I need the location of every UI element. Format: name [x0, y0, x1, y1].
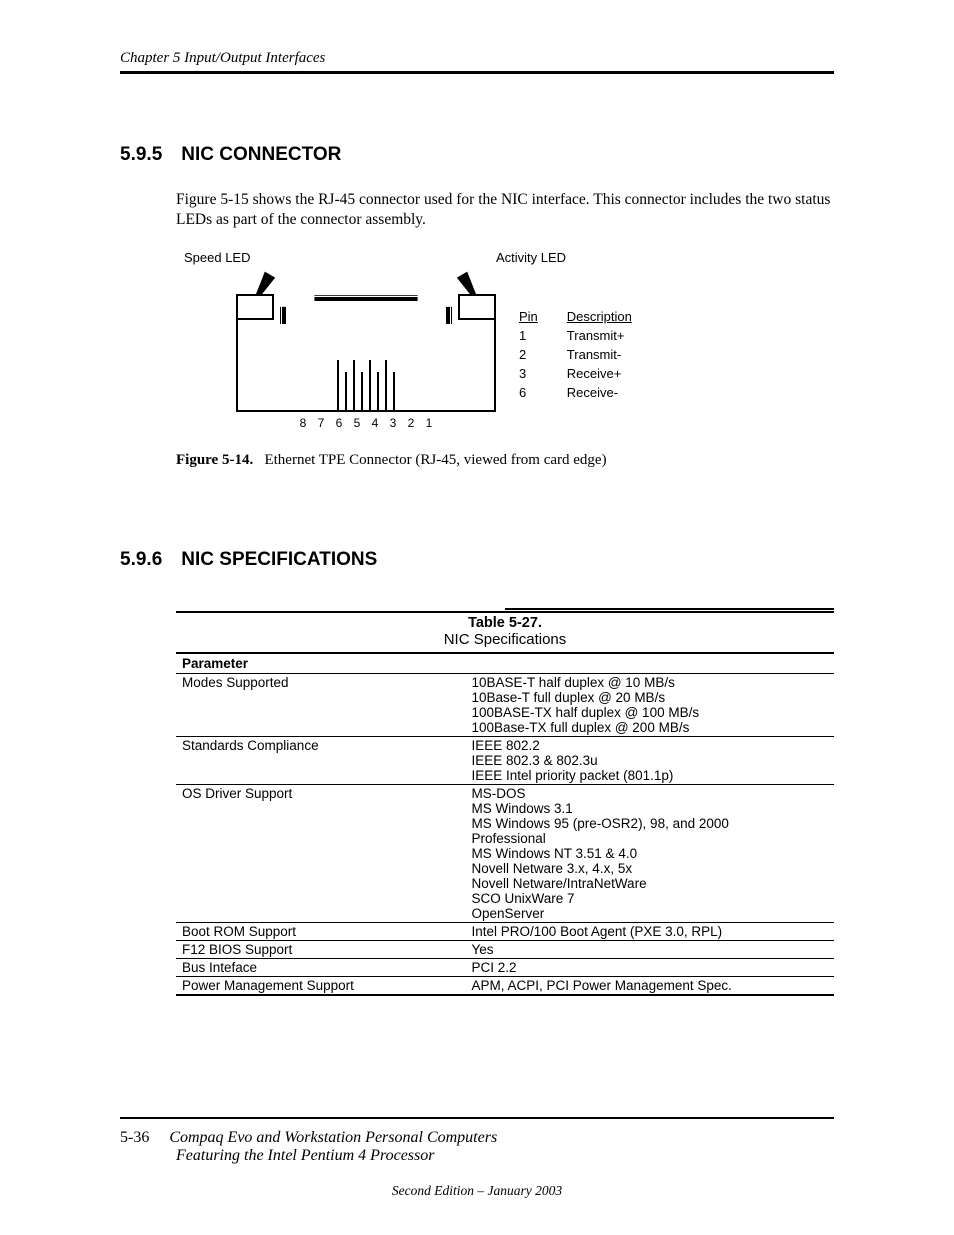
table-cell-value: PCI 2.2 [466, 959, 834, 977]
figure-caption: Figure 5-14. Ethernet TPE Connector (RJ-… [176, 452, 834, 469]
table-cell-value: Yes [466, 941, 834, 959]
table-cell-param: Power Management Support [176, 977, 466, 996]
table-cell-value: 10BASE-T half duplex @ 10 MB/s10Base-T f… [466, 674, 834, 737]
rj45-connector-diagram: 8 7 6 5 4 3 2 1 [236, 290, 496, 430]
footer-title-1: Compaq Evo and Workstation Personal Comp… [169, 1129, 497, 1146]
section-number: 5.9.5 [120, 144, 176, 166]
led-box-left [236, 294, 274, 320]
pin-description-table: Pin Description 1Transmit+ 2Transmit- 3R… [516, 306, 660, 403]
figure-caption-text: Ethernet TPE Connector (RJ-45, viewed fr… [264, 452, 606, 468]
table-cell-param: Boot ROM Support [176, 923, 466, 941]
table-cell-value: IEEE 802.2IEEE 802.3 & 802.3uIEEE Intel … [466, 737, 834, 785]
table-cell-value: Intel PRO/100 Boot Agent (PXE 3.0, RPL) [466, 923, 834, 941]
label-activity-led: Activity LED [496, 250, 566, 265]
label-speed-led: Speed LED [184, 250, 251, 265]
table-cell-param: F12 BIOS Support [176, 941, 466, 959]
section-title: NIC SPECIFICATIONS [181, 549, 377, 570]
pin-header-desc: Description [566, 308, 658, 325]
table-cell-param: Standards Compliance [176, 737, 466, 785]
table-cell-value: APM, ACPI, PCI Power Management Spec. [466, 977, 834, 996]
table-cell-param: OS Driver Support [176, 785, 466, 923]
page-number: 5-36 [120, 1129, 149, 1146]
footer-title-2: Featuring the Intel Pentium 4 Processor [176, 1147, 834, 1165]
footer-edition: Second Edition – January 2003 [120, 1183, 834, 1199]
table-cell-param: Bus Inteface [176, 959, 466, 977]
page-footer: 5-36 Compaq Evo and Workstation Personal… [120, 1117, 834, 1199]
pin-header-pin: Pin [518, 308, 564, 325]
table-nic-specs: Table 5-27. NIC Specifications Parameter… [176, 611, 834, 996]
connector-tab [280, 295, 452, 324]
figure-rj45: Speed LED Activity LED 8 7 6 5 4 3 2 1 [176, 250, 834, 430]
section-heading-nic-specs: 5.9.6 NIC SPECIFICATIONS [120, 549, 834, 571]
table-number: Table 5-27. [176, 615, 834, 631]
table-cell-value: MS-DOSMS Windows 3.1MS Windows 95 (pre-O… [466, 785, 834, 923]
running-head: Chapter 5 Input/Output Interfaces [120, 50, 834, 74]
table-header-parameter: Parameter [176, 654, 834, 674]
section-title: NIC CONNECTOR [181, 144, 341, 165]
table-cell-param: Modes Supported [176, 674, 466, 737]
section-number: 5.9.6 [120, 549, 176, 571]
section-heading-nic-connector: 5.9.5 NIC CONNECTOR [120, 144, 834, 166]
table-name: NIC Specifications [176, 631, 834, 648]
led-box-right [458, 294, 496, 320]
figure-caption-label: Figure 5-14. [176, 452, 253, 468]
paragraph-nic-connector: Figure 5-15 shows the RJ-45 connector us… [176, 190, 834, 230]
pin-number-labels: 8 7 6 5 4 3 2 1 [236, 416, 496, 430]
